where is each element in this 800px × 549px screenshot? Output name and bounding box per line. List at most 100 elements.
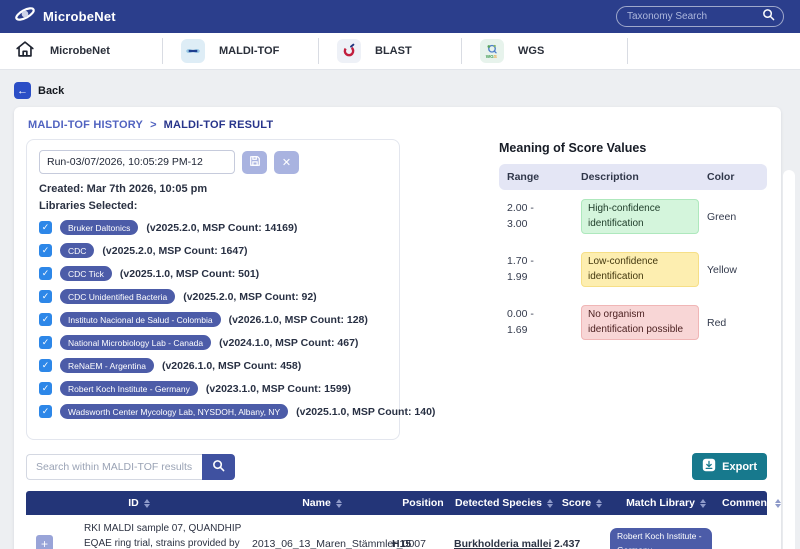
column-header-score[interactable]: Score [554,497,610,509]
library-item: ✓ National Microbiology Lab - Canada (v2… [39,335,387,350]
sort-icon[interactable] [596,499,602,508]
back-button[interactable]: ← Back [14,82,64,99]
checkbox-checked-icon[interactable]: ✓ [39,313,52,326]
checkbox-checked-icon[interactable]: ✓ [39,244,52,257]
checkbox-checked-icon[interactable]: ✓ [39,221,52,234]
column-header-name[interactable]: Name [252,497,392,509]
column-header-comment[interactable]: Comment [722,497,781,509]
library-details: (v2025.1.0, MSP Count: 501) [120,268,259,280]
nav-divider [627,38,628,64]
library-details: (v2024.1.0, MSP Count: 467) [219,337,358,349]
column-header-match-library[interactable]: Match Library [610,497,722,509]
score-range: 1.70 -1.99 [507,254,573,286]
libraries-selected-label: Libraries Selected: [39,200,387,212]
home-icon [14,38,36,65]
search-icon[interactable] [762,8,775,26]
library-item: ✓ Robert Koch Institute - Germany (v2023… [39,381,387,396]
svg-text:WG: WG [486,54,494,59]
blast-icon [337,39,361,63]
taxonomy-search [616,6,784,27]
library-details: (v2025.2.0, MSP Count: 92) [183,291,316,303]
checkbox-checked-icon[interactable]: ✓ [39,405,52,418]
score-range: 0.00 -1.69 [507,307,573,339]
search-icon [212,459,225,475]
column-header-position[interactable]: Position [392,497,454,509]
nav-label-wgs: WGS [518,45,544,57]
cancel-rename-button[interactable]: ✕ [274,151,299,174]
score-description-badge: No organism identification possible [581,305,699,340]
library-badge: CDC [60,243,94,258]
sort-icon[interactable] [700,499,706,508]
score-row-green: 2.00 -3.00 High-confidence identificatio… [499,190,767,243]
library-details: (v2026.1.0, MSP Count: 128) [229,314,368,326]
sort-icon[interactable] [144,499,150,508]
nav-label-maldi-tof: MALDI-TOF [219,45,279,57]
results-search-button[interactable] [202,454,235,480]
column-header-detected-species[interactable]: Detected Species [454,497,554,509]
library-badge: National Microbiology Lab - Canada [60,335,211,350]
breadcrumb-history-link[interactable]: MALDI-TOF HISTORY [28,119,143,131]
library-item: ✓ Wadsworth Center Mycology Lab, NYSDOH,… [39,404,387,419]
back-label: Back [38,85,64,97]
score-row-yellow: 1.70 -1.99 Low-confidence identification… [499,243,767,296]
library-item: ✓ CDC (v2025.2.0, MSP Count: 1647) [39,243,387,258]
brand[interactable]: MicrobeNet [14,3,116,30]
library-badge: CDC Tick [60,266,112,281]
sort-icon[interactable] [547,499,553,508]
sort-icon[interactable] [336,499,342,508]
score-range: 2.00 -3.00 [507,201,573,233]
library-details: (v2025.1.0, MSP Count: 140) [296,406,435,418]
score-color-label: Yellow [707,264,759,276]
score-col-color: Color [707,171,759,183]
save-run-name-button[interactable] [242,151,267,174]
table-row: + RKI MALDI sample 07, QUANDHIP EQAE rin… [26,515,767,549]
checkbox-checked-icon[interactable]: ✓ [39,359,52,372]
score-meaning-panel: Meaning of Score Values Range Descriptio… [499,139,767,349]
export-icon [702,458,716,475]
score-color-label: Red [707,317,759,329]
nav-item-wgs[interactable]: WG S WGS [462,33,627,69]
arrow-left-icon: ← [14,82,31,99]
run-created-text: Created: Mar 7th 2026, 10:05 pm [39,183,387,195]
results-toolbar: Export [26,453,767,480]
breadcrumb-current: MALDI-TOF RESULT [164,119,274,131]
library-item: ✓ Instituto Nacional de Salud - Colombia… [39,312,387,327]
score-meaning-title: Meaning of Score Values [499,141,767,155]
checkbox-checked-icon[interactable]: ✓ [39,267,52,280]
microbenet-logo-icon [14,3,36,30]
library-details: (v2025.2.0, MSP Count: 1647) [102,245,247,257]
nav-label-blast: BLAST [375,45,412,57]
breadcrumb: MALDI-TOF HISTORY > MALDI-TOF RESULT [26,117,767,139]
row-score: 2.437 [554,538,610,549]
library-badge: Bruker Daltonics [60,220,138,235]
page: MicrobeNet MicrobeNet [0,0,800,549]
wgs-icon: WG S [480,39,504,63]
run-info-panel: ✕ Created: Mar 7th 2026, 10:05 pm Librar… [26,139,400,440]
score-color-label: Green [707,211,759,223]
result-card: MALDI-TOF HISTORY > MALDI-TOF RESULT [14,107,781,549]
export-button[interactable]: Export [692,453,767,480]
nav-item-home[interactable]: MicrobeNet [14,33,162,69]
nav-label-microbenet: MicrobeNet [50,45,110,57]
score-description-badge: Low-confidence identification [581,252,699,287]
score-col-range: Range [507,171,573,183]
results-search [26,454,235,480]
checkbox-checked-icon[interactable]: ✓ [39,290,52,303]
results-search-input[interactable] [26,454,202,480]
scrollbar-track[interactable] [783,170,795,549]
checkbox-checked-icon[interactable]: ✓ [39,382,52,395]
brand-name: MicrobeNet [43,9,116,24]
row-name: 2013_06_13_Maren_Stämmler_0007 [252,538,392,549]
nav-item-blast[interactable]: BLAST [319,33,461,69]
sort-icon[interactable] [775,499,781,508]
taxonomy-search-input[interactable] [627,11,762,22]
library-badge: ReNaEM - Argentina [60,358,154,373]
nav-item-maldi-tof[interactable]: MALDI-TOF [163,33,318,69]
row-species-link[interactable]: Burkholderia mallei [454,538,554,549]
checkbox-checked-icon[interactable]: ✓ [39,336,52,349]
expand-row-button[interactable]: + [36,535,53,549]
row-id: RKI MALDI sample 07, QUANDHIP EQAE ring … [84,522,252,549]
column-header-id[interactable]: ID [26,497,252,509]
results-table: ID Name Position Detected Species Score … [26,491,767,549]
run-name-input[interactable] [39,150,235,174]
